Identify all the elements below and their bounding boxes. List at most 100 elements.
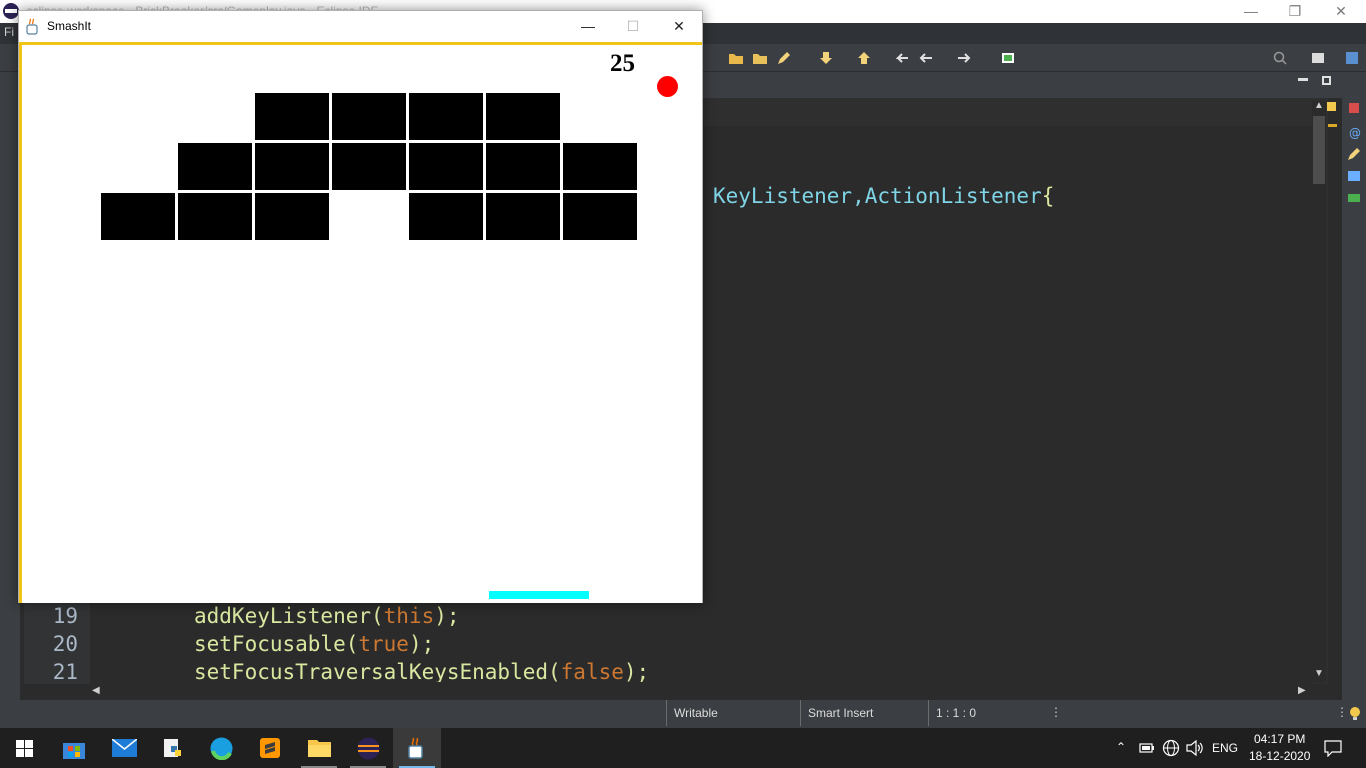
show-hidden-icons-icon[interactable]: ⌃ xyxy=(1116,740,1126,754)
brick xyxy=(255,193,329,240)
taskbar-eclipse[interactable] xyxy=(344,728,392,768)
open-brace: { xyxy=(1041,184,1055,208)
taskbar-python[interactable] xyxy=(148,728,196,768)
smashit-window: SmashIt — ☐ ✕ 25 xyxy=(18,10,703,603)
folder-icon xyxy=(308,740,331,757)
overview-ruler-marker[interactable] xyxy=(1328,124,1337,127)
maximize-button: ☐ xyxy=(626,18,640,34)
forward-icon[interactable] xyxy=(956,50,972,66)
brick xyxy=(178,143,252,190)
menu-file[interactable]: Fi xyxy=(4,25,14,39)
brick xyxy=(101,193,175,240)
back-icon[interactable] xyxy=(918,50,934,66)
ide-close-button[interactable]: ✕ xyxy=(1318,1,1364,21)
ide-restore-button[interactable]: ❐ xyxy=(1272,1,1318,21)
scroll-up-icon[interactable]: ▲ xyxy=(1314,100,1324,111)
horizontal-scrollbar[interactable] xyxy=(90,684,1310,698)
scroll-down-icon[interactable]: ▼ xyxy=(1314,668,1324,679)
brick xyxy=(255,93,329,140)
declaration-icon[interactable] xyxy=(1346,146,1362,162)
eclipse-icon xyxy=(357,737,380,760)
minimize-view-icon[interactable] xyxy=(1298,78,1308,81)
outline-icon[interactable] xyxy=(1346,100,1362,116)
open-type-icon[interactable] xyxy=(752,50,768,66)
battery-icon[interactable] xyxy=(1139,742,1155,754)
scroll-right-icon[interactable]: ▶ xyxy=(1298,685,1306,696)
status-menu-icon[interactable]: ⋮ xyxy=(1050,705,1062,719)
keyword: this xyxy=(383,604,435,628)
game-titlebar[interactable]: SmashIt — ☐ ✕ xyxy=(19,11,702,42)
status-menu-icon[interactable]: ⋮ xyxy=(1336,705,1348,719)
clock-date[interactable]: 18-12-2020 xyxy=(1249,749,1310,763)
perspective-icon[interactable] xyxy=(1310,50,1326,66)
keyword: false xyxy=(560,660,624,682)
sublime-text-icon xyxy=(260,738,280,758)
progress-icon[interactable] xyxy=(1346,190,1362,206)
ide-left-trim xyxy=(0,72,20,700)
brick xyxy=(563,143,637,190)
taskbar-edge[interactable] xyxy=(197,728,245,768)
search-icon[interactable] xyxy=(1272,50,1288,66)
brick xyxy=(178,193,252,240)
volume-icon[interactable] xyxy=(1186,740,1204,756)
minimize-button[interactable]: — xyxy=(565,11,611,41)
overview-ruler-marker[interactable] xyxy=(1327,102,1336,111)
pin-editor-icon[interactable] xyxy=(1000,50,1016,66)
console-icon[interactable] xyxy=(1346,168,1362,184)
network-globe-icon[interactable] xyxy=(1162,739,1180,757)
pencil-icon[interactable] xyxy=(776,50,792,66)
line-number: 19 xyxy=(52,604,78,628)
brick xyxy=(332,143,406,190)
brick xyxy=(409,193,483,240)
brick xyxy=(486,93,560,140)
svg-text:@: @ xyxy=(1349,126,1361,140)
status-bar: Writable Smart Insert 1 : 1 : 0 ⋮ ⋮ xyxy=(0,700,1366,728)
code-line: addKeyListener(this); xyxy=(194,604,460,628)
windows-taskbar: ⌃ ENG 04:17 PM 18-12-2020 xyxy=(0,728,1366,768)
code-line: setFocusable(true); xyxy=(194,632,434,656)
scroll-left-icon[interactable]: ◀ xyxy=(92,685,100,696)
ball xyxy=(657,76,678,97)
taskbar-java[interactable] xyxy=(393,728,441,768)
taskbar-sublime[interactable] xyxy=(246,728,294,768)
taskbar-file-explorer[interactable] xyxy=(295,728,343,768)
ide-right-trim: @ xyxy=(1342,72,1366,700)
tip-lightbulb-icon[interactable] xyxy=(1348,706,1362,722)
code-text: setFocusable( xyxy=(194,632,359,656)
java-perspective-icon[interactable] xyxy=(1344,50,1360,66)
python-icon xyxy=(164,739,181,757)
javadoc-icon[interactable]: @ xyxy=(1346,124,1362,140)
taskbar-store[interactable] xyxy=(50,728,98,768)
brick xyxy=(409,93,483,140)
vertical-scrollbar[interactable] xyxy=(1312,100,1326,682)
close-button[interactable]: ✕ xyxy=(656,11,702,41)
editor-tab-bar xyxy=(700,72,1342,98)
input-language[interactable]: ENG xyxy=(1212,741,1238,755)
brick xyxy=(255,143,329,190)
notification-center-icon[interactable] xyxy=(1324,740,1342,757)
game-canvas[interactable]: 25 xyxy=(19,42,702,603)
brick xyxy=(563,193,637,240)
maximize-view-icon[interactable] xyxy=(1322,76,1331,85)
window-title: SmashIt xyxy=(47,19,92,33)
line-number: 21 xyxy=(52,660,78,684)
prev-annotation-icon[interactable] xyxy=(858,50,874,66)
code-text: ); xyxy=(623,660,650,682)
last-edit-icon[interactable] xyxy=(894,50,910,66)
taskbar-mail[interactable] xyxy=(100,728,148,768)
code-line: setFocusTraversalKeysEnabled(false); xyxy=(194,660,649,682)
vertical-scroll-thumb[interactable] xyxy=(1313,116,1325,184)
score-display: 25 xyxy=(610,50,635,77)
status-insert-mode: Smart Insert xyxy=(800,700,928,726)
status-writable: Writable xyxy=(666,700,800,726)
ide-minimize-button[interactable]: — xyxy=(1228,1,1274,21)
paddle[interactable] xyxy=(489,591,589,599)
windows-logo-icon xyxy=(16,740,33,757)
eclipse-logo-icon xyxy=(3,3,19,19)
start-button[interactable] xyxy=(0,728,48,768)
next-annotation-icon[interactable] xyxy=(820,50,836,66)
keyword: true xyxy=(358,632,409,656)
edge-browser-icon xyxy=(210,737,233,760)
open-folder-icon[interactable] xyxy=(728,50,744,66)
clock-time[interactable]: 04:17 PM xyxy=(1254,732,1305,746)
